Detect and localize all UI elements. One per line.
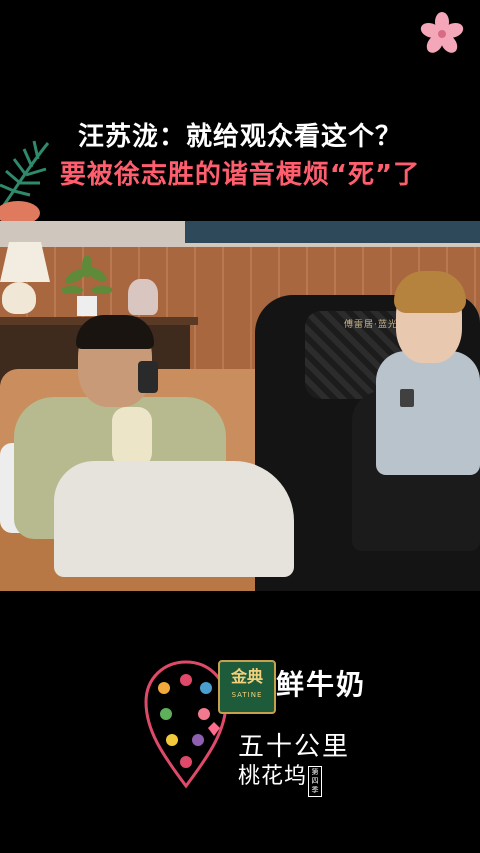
headline-line-2: 要被徐志胜的谐音梗烦“死”了 <box>59 160 421 190</box>
video-frame: 汪苏泷：就给观众看这个？ 要被徐志胜的谐音梗烦“死”了 傅雷居·蓝光芝 金典 S… <box>0 0 480 853</box>
right-person-phone <box>400 389 414 407</box>
right-person-jacket <box>376 351 480 475</box>
brand-sub: SATINE <box>231 691 263 699</box>
flower-icon <box>420 12 464 53</box>
season-tag: 第四季 <box>308 766 322 797</box>
left-person-hair <box>76 315 154 349</box>
product-name: 鲜牛奶 <box>276 668 367 701</box>
show-title-line-2: 桃花坞 <box>238 764 308 789</box>
left-person-shirt <box>112 407 152 467</box>
left-person-legs <box>54 461 294 577</box>
window <box>185 221 480 246</box>
headline-line-1: 汪苏泷：就给观众看这个？ <box>77 122 402 152</box>
brand-name: 金典 <box>230 667 263 686</box>
right-person-hair <box>394 271 466 313</box>
left-person-phone <box>138 361 158 393</box>
plant <box>62 256 112 316</box>
show-title-line-1: 五十公里 <box>238 732 351 762</box>
lamp-base <box>2 282 36 314</box>
heart-pin-icon <box>144 660 228 789</box>
headline: 汪苏泷：就给观众看这个？ 要被徐志胜的谐音梗烦“死”了 <box>0 120 480 192</box>
video-player[interactable]: 傅雷居·蓝光芝 <box>0 221 480 591</box>
brand-badge: 金典 SATINE <box>218 660 276 714</box>
sponsor-logo: 金典 SATINE 鲜牛奶 五十公里 桃花坞 第四季 <box>142 654 364 797</box>
vase <box>128 279 158 315</box>
